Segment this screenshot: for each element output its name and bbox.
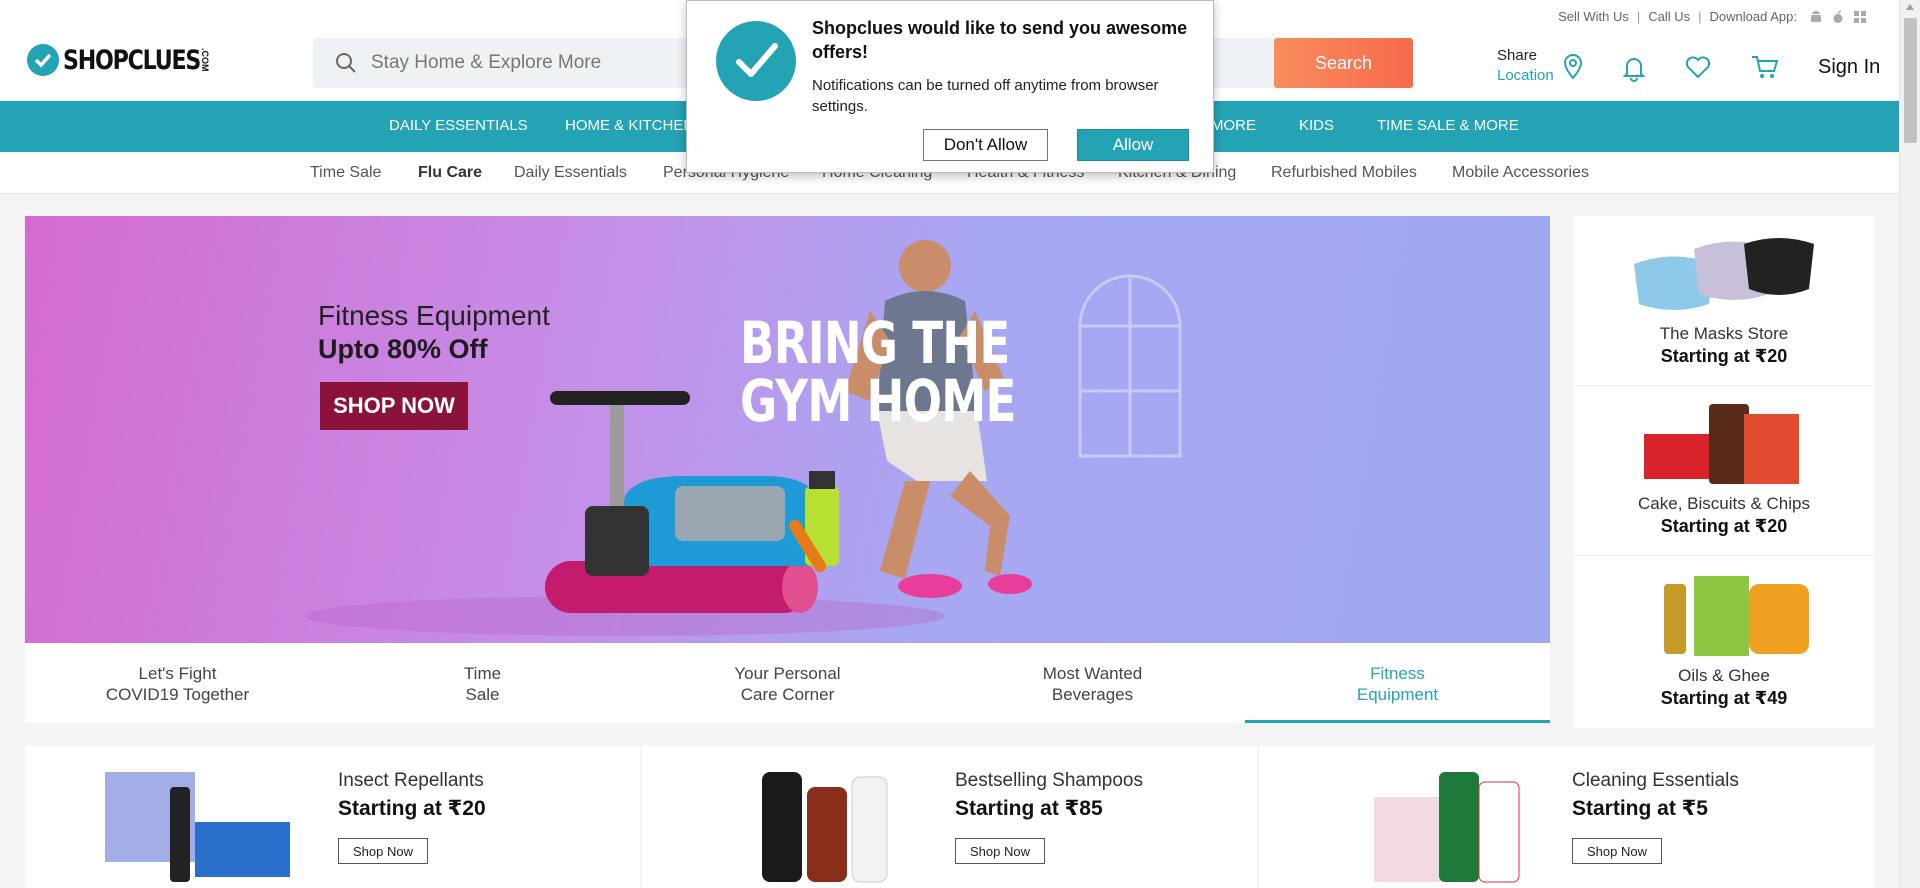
share-label: Share (1497, 47, 1538, 64)
deal-price: Starting at ₹20 (1660, 516, 1788, 536)
card-price: Starting at ₹5 (1572, 797, 1708, 820)
tab-label-line1: Your Personal (734, 664, 841, 683)
sign-in-link[interactable]: Sign In (1818, 56, 1880, 79)
subnav-refurbished-mobiles[interactable]: Refurbished Mobiles (1271, 164, 1417, 182)
tab-label-line1: Time (463, 664, 502, 683)
tab-fitness-equipment[interactable]: Fitness Equipment (1245, 663, 1550, 705)
card-title: Bestselling Shampoos (955, 770, 1143, 791)
card-title: Insect Repellants (338, 770, 484, 791)
deal-oils-ghee[interactable]: Oils & Ghee Starting at ₹49 (1574, 556, 1874, 726)
cleaning-image (1374, 772, 1520, 883)
wishlist-heart-icon[interactable] (1683, 52, 1713, 82)
deal-cake-biscuits[interactable]: Cake, Biscuits & Chips Starting at ₹20 (1574, 386, 1874, 556)
card-bestselling-shampoos[interactable]: Bestselling Shampoos Starting at ₹85 Sho… (642, 746, 1257, 888)
hero-banner[interactable]: Fitness Equipment Upto 80% Off SHOP NOW … (25, 216, 1550, 644)
nav-home-kitchen[interactable]: HOME & KITCHEN (565, 117, 694, 134)
banner-title: Fitness Equipment (318, 300, 550, 331)
tab-label-line1: Most Wanted (1042, 664, 1143, 683)
sell-with-us-link[interactable]: Sell With Us (1558, 9, 1629, 24)
search-icon (321, 38, 371, 88)
insect-repellants-image (105, 772, 290, 882)
allow-button[interactable]: Allow (1077, 129, 1189, 161)
windows-icon[interactable] (1853, 10, 1867, 24)
tab-label-line1: Fitness (1370, 664, 1425, 683)
tab-personal-care[interactable]: Your Personal Care Corner (635, 663, 940, 705)
share-location[interactable]: Share Location (1497, 46, 1554, 86)
side-deals: The Masks Store Starting at ₹20 Cake, Bi… (1574, 216, 1874, 728)
nav-more[interactable]: MORE (1211, 117, 1256, 134)
dialog-body: Notifications can be turned off anytime … (812, 77, 1159, 115)
deal-name: Cake, Biscuits & Chips (1638, 494, 1810, 513)
card-insect-repellants[interactable]: Insect Repellants Starting at ₹20 Shop N… (25, 746, 640, 888)
snacks-image (1644, 404, 1799, 484)
banner-headline-line2: GYM HOME (740, 367, 1016, 435)
page-scrollbar[interactable] (1899, 0, 1920, 888)
divider: | (1698, 9, 1702, 24)
notification-permission-dialog: Shopclues would like to send you awesome… (686, 0, 1214, 173)
android-icon[interactable] (1809, 10, 1823, 24)
location-pin-icon[interactable] (1558, 52, 1588, 82)
active-tab-indicator (1245, 720, 1550, 723)
card-cleaning-essentials[interactable]: Cleaning Essentials Starting at ₹5 Shop … (1259, 746, 1874, 888)
app-icons (1809, 9, 1867, 24)
banner-tabs: Let's Fight COVID19 Together Time Sale Y… (25, 643, 1550, 723)
card-price: Starting at ₹85 (955, 797, 1103, 820)
nav-kids[interactable]: KIDS (1299, 117, 1334, 134)
promo-cards: Insect Repellants Starting at ₹20 Shop N… (25, 746, 1874, 888)
logo-suffix: .COM (200, 48, 211, 72)
tab-label-line2: Sale (465, 685, 500, 704)
logo-text: SHOPCLUES (63, 44, 201, 76)
dialog-title: Shopclues would like to send you awesome… (812, 18, 1188, 62)
logo-check-icon (27, 44, 59, 76)
call-us-link[interactable]: Call Us (1648, 9, 1690, 24)
masks-image (1634, 238, 1814, 310)
tab-beverages[interactable]: Most Wanted Beverages (940, 663, 1245, 705)
tab-label-line2: Beverages (1051, 685, 1134, 704)
banner-shop-now-button[interactable]: SHOP NOW (320, 382, 468, 430)
deal-name: Oils & Ghee (1678, 666, 1770, 685)
card-title: Cleaning Essentials (1572, 770, 1739, 791)
nav-time-sale-more[interactable]: TIME SALE & MORE (1377, 117, 1519, 134)
shampoos-image (762, 772, 888, 883)
banner-headline-line1: BRING THE (740, 309, 1010, 377)
shopclues-logo[interactable]: SHOPCLUES .COM (27, 44, 210, 76)
divider: | (1636, 9, 1641, 24)
subnav-flu-care[interactable]: Flu Care (418, 164, 482, 182)
tab-label-line2: Equipment (1356, 685, 1439, 704)
nav-daily-essentials[interactable]: DAILY ESSENTIALS (389, 117, 528, 134)
download-app-label: Download App: (1709, 9, 1797, 24)
tab-time-sale[interactable]: Time Sale (330, 663, 635, 705)
page: Sell With Us | Call Us | Download App: S… (0, 0, 1899, 888)
scroll-up-icon[interactable] (1906, 4, 1914, 10)
deal-masks-store[interactable]: The Masks Store Starting at ₹20 (1574, 216, 1874, 386)
card-price: Starting at ₹20 (338, 797, 486, 820)
tab-covid19[interactable]: Let's Fight COVID19 Together (25, 663, 330, 705)
cart-icon[interactable] (1750, 52, 1780, 82)
subnav-daily-essentials[interactable]: Daily Essentials (514, 164, 627, 182)
apple-icon[interactable] (1831, 9, 1845, 24)
deal-price: Starting at ₹20 (1660, 346, 1788, 366)
banner-offer: Upto 80% Off (318, 334, 488, 364)
deal-name: The Masks Store (1659, 324, 1789, 343)
tab-label-line2: COVID19 Together (105, 685, 250, 704)
subnav-time-sale[interactable]: Time Sale (310, 164, 381, 182)
checkmark-icon (716, 21, 796, 101)
tab-label-line2: Care Corner (740, 685, 835, 704)
shop-now-button[interactable]: Shop Now (338, 838, 428, 864)
shop-now-button[interactable]: Shop Now (1572, 838, 1662, 864)
search-button[interactable]: Search (1274, 38, 1413, 88)
scrollbar-thumb[interactable] (1904, 18, 1917, 143)
dont-allow-button[interactable]: Don't Allow (923, 129, 1048, 161)
notification-bell-icon[interactable] (1619, 52, 1649, 82)
top-links: Sell With Us | Call Us | Download App: (1558, 9, 1867, 24)
subnav-mobile-accessories[interactable]: Mobile Accessories (1452, 164, 1589, 182)
oils-image (1664, 576, 1809, 656)
shop-now-button[interactable]: Shop Now (955, 838, 1045, 864)
deal-price: Starting at ₹49 (1660, 688, 1788, 708)
location-label: Location (1497, 67, 1554, 84)
banner-headline: BRING THE GYM HOME (740, 314, 1016, 430)
tab-label-line1: Let's Fight (138, 664, 217, 683)
